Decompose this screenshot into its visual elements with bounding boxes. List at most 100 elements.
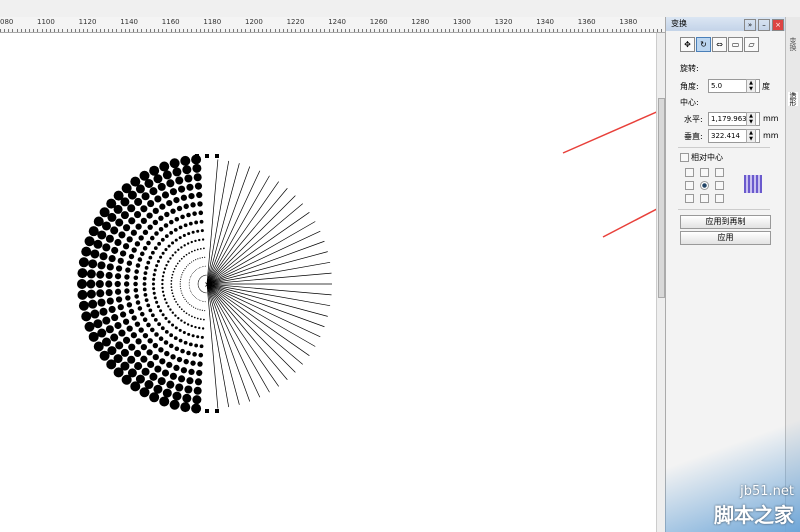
anchor-point[interactable]	[700, 168, 709, 177]
halftone-dot	[164, 234, 169, 239]
halftone-dot	[144, 265, 149, 270]
halftone-dot	[197, 268, 199, 269]
anchor-point[interactable]	[715, 168, 724, 177]
halftone-dot	[139, 387, 150, 398]
halftone-dot	[196, 268, 198, 270]
anchor-point[interactable]	[715, 194, 724, 203]
anchor-point[interactable]	[700, 181, 709, 190]
halftone-dot	[201, 238, 205, 241]
halftone-dot	[122, 318, 130, 325]
skew-tool-icon[interactable]: ▱	[744, 37, 759, 52]
halftone-dot	[147, 360, 155, 369]
apply-button[interactable]: 应用	[680, 231, 771, 245]
rotate-section-label: 旋转:	[680, 64, 699, 73]
ruler-tick	[357, 29, 359, 32]
halftone-dot	[110, 333, 119, 342]
radial-line	[206, 283, 331, 307]
halftone-dot	[113, 190, 124, 201]
halftone-dot	[119, 250, 127, 257]
halftone-dot	[133, 349, 142, 358]
halftone-dot	[180, 194, 188, 201]
rotate-tool-icon[interactable]: ↻	[696, 37, 711, 52]
halftone-dot	[197, 285, 199, 287]
position-tool-icon[interactable]: ✥	[680, 37, 695, 52]
halftone-dot	[183, 255, 185, 258]
ruler-tick	[79, 29, 81, 32]
anchor-point[interactable]	[685, 181, 694, 190]
ruler-tick	[470, 29, 472, 32]
halftone-dot	[154, 332, 159, 337]
horizontal-ruler[interactable]: 080 1100 1120 1140 1160 1180 1200 1220 1240 1260 1…	[0, 17, 665, 33]
halftone-dot	[191, 274, 192, 276]
halftone-dot	[180, 276, 182, 278]
ruler-tick	[632, 29, 634, 32]
watermark-site: jb51.net	[740, 484, 794, 499]
ruler-label: 1340	[536, 18, 555, 26]
halftone-dot	[158, 226, 164, 232]
ruler-label: 1140	[120, 18, 139, 26]
scale-mirror-icon[interactable]: ⇔	[712, 37, 727, 52]
apply-to-duplicate-button[interactable]: 应用到再制	[680, 215, 771, 229]
relative-center-checkbox[interactable]	[680, 153, 689, 162]
halftone-dot	[193, 386, 202, 395]
halftone-dot	[149, 327, 155, 333]
halftone-dot	[88, 259, 98, 269]
relative-center-label: 相对中心	[691, 153, 723, 162]
halftone-dot	[106, 359, 117, 370]
halftone-dot	[205, 292, 206, 294]
side-tab-shaping[interactable]: 造形	[788, 92, 798, 106]
radial-line	[206, 283, 310, 356]
halftone-dot	[186, 377, 194, 385]
ruler-tick	[133, 29, 135, 32]
halftone-dot	[178, 185, 186, 193]
close-icon[interactable]: ×	[772, 19, 784, 31]
halftone-dot	[101, 337, 111, 347]
ruler-tick	[199, 29, 201, 32]
halftone-dot	[105, 271, 113, 280]
halftone-dot	[113, 354, 123, 364]
halftone-dot	[188, 192, 195, 200]
ruler-tick	[41, 29, 43, 32]
halftone-dot	[204, 292, 206, 294]
anchor-point[interactable]	[685, 194, 694, 203]
scroll-thumb[interactable]	[658, 98, 665, 298]
halftone-dot	[119, 311, 127, 318]
ruler-label: 1120	[78, 18, 97, 26]
halftone-dot	[203, 291, 205, 293]
ruler-tick	[503, 29, 505, 32]
ruler-tick	[341, 29, 343, 32]
halftone-dot	[200, 277, 202, 279]
radial-line	[206, 283, 219, 409]
angle-spinner[interactable]: ▲ ▼	[746, 79, 756, 93]
halftone-dot	[125, 295, 131, 301]
radial-line	[206, 283, 261, 398]
halftone-dot	[171, 241, 175, 245]
horizontal-spinner[interactable]: ▲ ▼	[746, 112, 756, 126]
size-tool-icon[interactable]: ▭	[728, 37, 743, 52]
halftone-dot	[186, 323, 190, 326]
halftone-dot	[180, 288, 182, 290]
minimize-icon[interactable]: –	[758, 19, 770, 31]
halftone-dot	[173, 196, 180, 204]
halftone-dot	[174, 238, 178, 242]
halftone-dot	[161, 290, 165, 293]
side-tab-transform[interactable]: 变换	[788, 37, 798, 51]
ruler-tick	[128, 29, 130, 32]
anchor-point[interactable]	[715, 181, 724, 190]
halftone-dot	[165, 263, 168, 267]
halftone-dot	[115, 218, 124, 227]
ruler-tick	[378, 29, 380, 32]
ruler-tick	[382, 29, 384, 32]
halftone-dot	[158, 336, 164, 342]
halftone-dot	[196, 229, 200, 233]
halftone-dot	[183, 358, 189, 365]
vertical-spinner[interactable]: ▲ ▼	[746, 129, 756, 143]
anchor-point[interactable]	[700, 194, 709, 203]
radial-line	[206, 283, 303, 365]
halftone-dot	[150, 313, 155, 318]
halftone-dot	[167, 244, 171, 248]
expand-icon[interactable]: »	[744, 19, 756, 31]
anchor-point[interactable]	[685, 168, 694, 177]
halftone-dot	[118, 329, 126, 337]
selection-handle	[195, 154, 199, 158]
